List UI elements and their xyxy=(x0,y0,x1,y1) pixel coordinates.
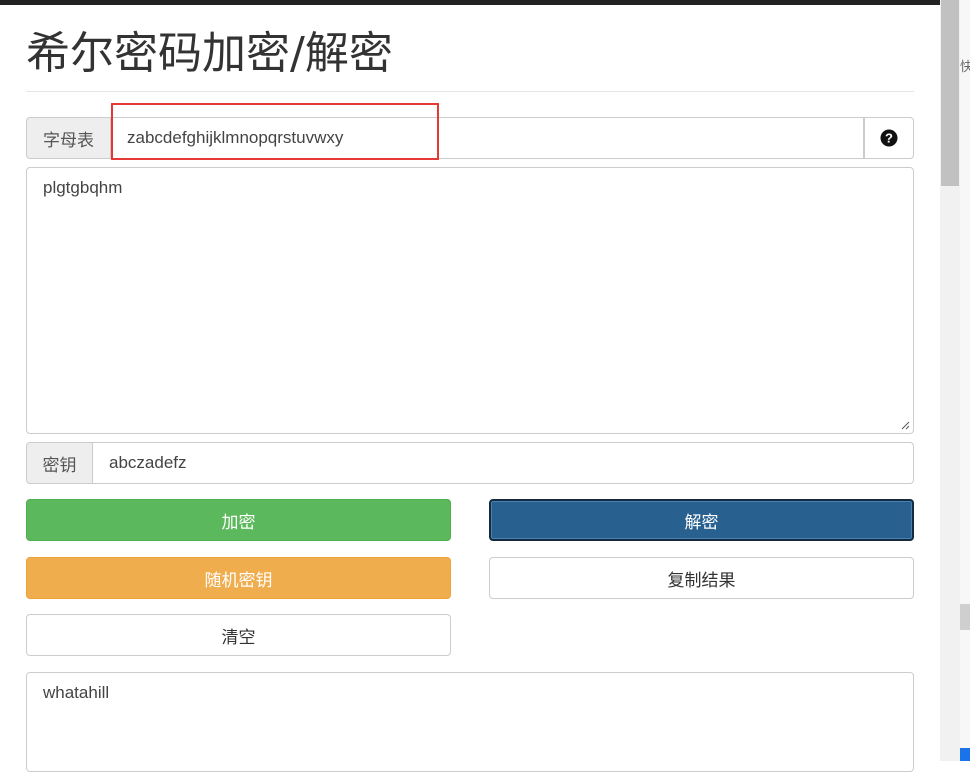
scrollbar-thumb[interactable] xyxy=(941,0,959,186)
alphabet-input[interactable]: zabcdefghijklmnopqrstuvwxy xyxy=(110,117,864,159)
side-panel-indicator xyxy=(960,748,970,761)
alphabet-input-group: 字母表 zabcdefghijklmnopqrstuvwxy ? xyxy=(26,117,914,159)
title-divider xyxy=(26,91,914,92)
side-panel-block xyxy=(960,604,970,630)
top-bar xyxy=(0,0,940,5)
help-button[interactable]: ? xyxy=(864,117,914,159)
input-text: plgtgbqhm xyxy=(43,178,123,197)
clear-button[interactable]: 清空 xyxy=(26,614,451,656)
key-label: 密钥 xyxy=(26,442,92,484)
input-textarea[interactable]: plgtgbqhm xyxy=(26,167,914,434)
key-input[interactable]: abczadefz xyxy=(92,442,914,484)
page-title: 希尔密码加密/解密 xyxy=(26,28,393,79)
decrypt-button[interactable]: 解密 xyxy=(489,499,914,541)
output-textarea[interactable]: whatahill xyxy=(26,672,914,772)
key-input-group: 密钥 abczadefz xyxy=(26,442,914,484)
encrypt-button[interactable]: 加密 xyxy=(26,499,451,541)
alphabet-label: 字母表 xyxy=(26,117,110,159)
side-panel-glyph: 快 xyxy=(960,59,970,74)
question-circle-icon: ? xyxy=(880,129,898,147)
svg-text:?: ? xyxy=(885,131,893,146)
random-key-button[interactable]: 随机密钥 xyxy=(26,557,451,599)
copy-result-button[interactable]: 复制结果 xyxy=(489,557,914,599)
side-panel xyxy=(960,0,970,761)
output-text: whatahill xyxy=(43,683,110,702)
resize-handle-icon[interactable] xyxy=(901,421,910,430)
